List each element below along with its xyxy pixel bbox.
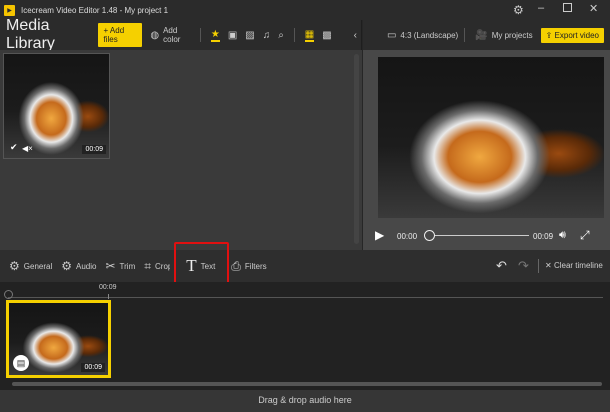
collapse-chevron-icon[interactable]: ‹ bbox=[354, 30, 357, 41]
timeline: 00:09 ▤ 00:09 bbox=[0, 282, 610, 390]
projects-camera-icon: 🎥 bbox=[475, 29, 488, 41]
media-item[interactable]: ✔ ◀× 00:09 bbox=[3, 53, 110, 159]
close-button[interactable]: ✕ bbox=[589, 2, 598, 15]
crop-icon: ⌗ bbox=[144, 258, 151, 273]
current-time: 00:00 bbox=[397, 232, 418, 241]
clear-timeline-button[interactable]: ✕ Clear timeline bbox=[545, 261, 603, 270]
trim-label: Trim bbox=[119, 261, 136, 271]
media-scrollbar[interactable] bbox=[354, 54, 359, 244]
drop-audio-label: Drag & drop audio here bbox=[258, 395, 352, 405]
gear-icon: ⚙ bbox=[61, 259, 72, 273]
divider bbox=[538, 259, 539, 273]
play-button[interactable]: ▶ bbox=[375, 228, 384, 242]
clip-duration: 00:09 bbox=[81, 363, 105, 372]
media-duration: 00:09 bbox=[82, 145, 106, 154]
gear-icon: ⚙ bbox=[9, 259, 20, 273]
seek-handle[interactable] bbox=[424, 230, 435, 241]
export-label: Export video bbox=[554, 30, 599, 40]
audio-button[interactable]: ⚙ Audio bbox=[61, 259, 96, 273]
trim-button[interactable]: ✂ Trim bbox=[105, 259, 135, 273]
search-icon[interactable]: ⌕ bbox=[278, 30, 284, 41]
general-label: General bbox=[23, 261, 53, 271]
timeline-scrollbar[interactable] bbox=[12, 382, 602, 386]
general-button[interactable]: ⚙ General bbox=[9, 259, 52, 273]
maximize-button[interactable] bbox=[563, 3, 572, 12]
image-filter-icon[interactable]: ▨ bbox=[245, 30, 254, 41]
preview-panel: ▶ 00:00 00:09 🔊︎ ⤢ bbox=[363, 50, 610, 250]
crop-label: Crop bbox=[155, 261, 171, 271]
total-time: 00:09 bbox=[533, 232, 554, 241]
favorites-filter-icon[interactable]: ★ bbox=[210, 29, 220, 42]
palette-icon: ◍ bbox=[150, 29, 160, 41]
app-logo-icon: ▶ bbox=[4, 4, 15, 16]
fullscreen-icon[interactable]: ⤢ bbox=[580, 228, 590, 243]
video-filter-icon[interactable]: ▣ bbox=[228, 30, 237, 41]
filters-button[interactable]: ⎙ Filters bbox=[231, 259, 266, 274]
playhead[interactable] bbox=[4, 290, 13, 299]
export-video-button[interactable]: ⇪ Export video bbox=[540, 27, 604, 43]
media-toolbar: Media Library + Add files ◍ Add color ★ … bbox=[0, 17, 362, 52]
volume-icon[interactable]: 🔊︎ bbox=[559, 229, 566, 242]
redo-button[interactable]: ↷ bbox=[518, 258, 529, 274]
media-library-title: Media Library bbox=[6, 17, 55, 52]
large-grid-icon[interactable]: ▦ bbox=[304, 29, 315, 42]
scissors-icon: ✂ bbox=[105, 259, 116, 273]
media-area: ✔ ◀× 00:09 bbox=[0, 50, 362, 250]
music-filter-icon[interactable]: ♫ bbox=[263, 30, 271, 41]
clip-film-icon: ▤ bbox=[13, 355, 29, 371]
aspect-ratio-icon: ▭ bbox=[386, 29, 397, 41]
add-color-button[interactable]: Add color bbox=[163, 26, 194, 44]
check-icon: ✔ bbox=[10, 142, 18, 152]
text-label: Text bbox=[200, 261, 216, 271]
preview-toolbar: ▭ 4:3 (Landscape) 🎥 My projects ⇪ Export… bbox=[363, 20, 610, 50]
window-title: Icecream Video Editor 1.48 - My project … bbox=[21, 5, 169, 15]
audio-drop-zone[interactable]: Drag & drop audio here bbox=[0, 390, 610, 412]
clear-label: Clear timeline bbox=[553, 261, 603, 270]
ruler-tick bbox=[108, 294, 109, 299]
undo-button[interactable]: ↶ bbox=[496, 258, 507, 274]
aspect-ratio-button[interactable]: 4:3 (Landscape) bbox=[400, 31, 458, 40]
minimize-button[interactable]: – bbox=[538, 2, 544, 14]
crop-button[interactable]: ⌗ Crop bbox=[144, 259, 170, 274]
audio-label: Audio bbox=[76, 261, 97, 271]
ruler-marker: 00:09 bbox=[99, 284, 117, 291]
video-preview bbox=[378, 57, 604, 218]
add-files-button[interactable]: + Add files bbox=[98, 23, 143, 47]
small-grid-icon[interactable]: ▩ bbox=[322, 30, 331, 41]
timeline-ruler[interactable] bbox=[8, 297, 603, 298]
timeline-clip[interactable]: ▤ 00:09 bbox=[6, 300, 111, 378]
filters-icon: ⎙ bbox=[231, 258, 241, 273]
edit-toolbar: ⚙ General ⚙ Audio ✂ Trim ⌗ Crop T Text ⎙ Filte… bbox=[0, 242, 610, 290]
settings-icon[interactable]: ⚙ bbox=[513, 3, 524, 17]
muted-icon: ◀× bbox=[22, 144, 33, 153]
filters-label: Filters bbox=[244, 261, 267, 271]
my-projects-button[interactable]: My projects bbox=[492, 31, 533, 40]
text-icon: T bbox=[186, 256, 197, 275]
seek-slider[interactable] bbox=[429, 235, 529, 236]
